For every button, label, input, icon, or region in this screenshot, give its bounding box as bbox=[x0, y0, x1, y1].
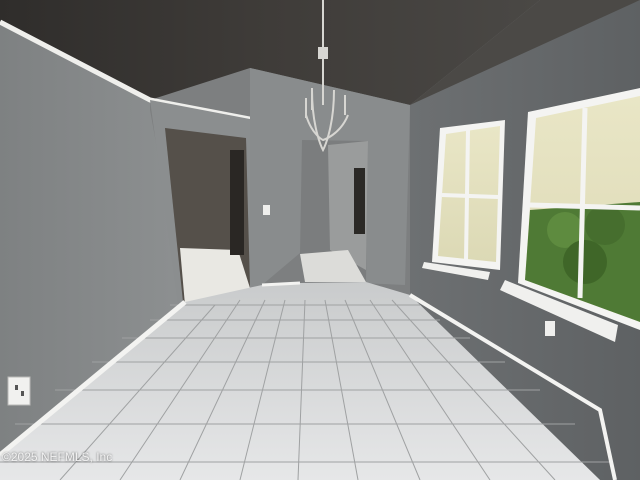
hallway-door bbox=[354, 168, 365, 234]
wall-outlet bbox=[545, 321, 555, 336]
inner-door bbox=[230, 150, 244, 255]
baseboard bbox=[261, 281, 301, 287]
light-switch bbox=[263, 205, 270, 215]
room-photo: ©2025 NEFMLS, Inc bbox=[0, 0, 640, 480]
room-illustration bbox=[0, 0, 640, 480]
wall-outlet bbox=[7, 376, 31, 406]
watermark: ©2025 NEFMLS, Inc bbox=[2, 450, 113, 464]
